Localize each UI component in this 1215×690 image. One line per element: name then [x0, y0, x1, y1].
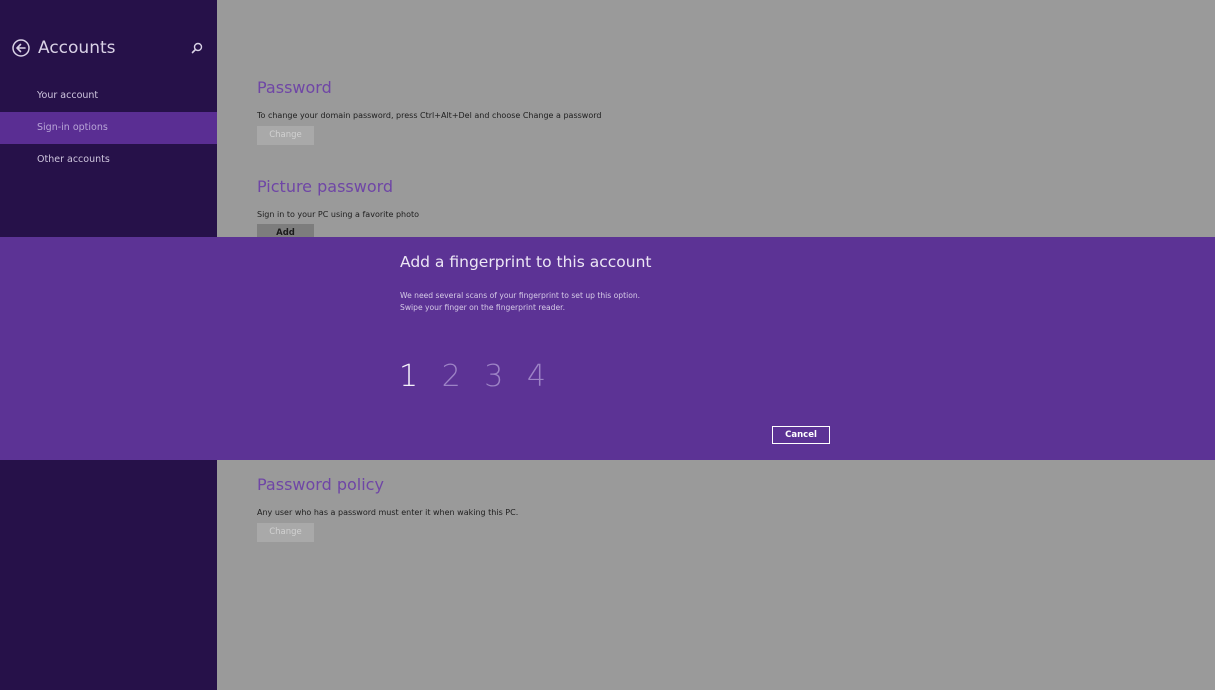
scan-step-4: 4: [526, 359, 549, 394]
search-icon[interactable]: [190, 40, 204, 54]
dialog-title: Add a fingerprint to this account: [400, 253, 652, 271]
password-policy-section-title: Password policy: [257, 475, 384, 494]
password-change-button[interactable]: Change: [257, 126, 314, 145]
sidebar-item-other-accounts[interactable]: Other accounts: [0, 144, 217, 176]
scan-step-1: 1: [399, 359, 421, 394]
sidebar-item-your-account[interactable]: Your account: [0, 80, 217, 112]
sidebar-title: Accounts: [38, 38, 116, 58]
sidebar-header: Accounts: [12, 38, 116, 58]
back-arrow-icon[interactable]: [12, 39, 30, 57]
scan-step-3: 3: [484, 359, 506, 394]
scan-step-2: 2: [441, 359, 463, 394]
cancel-button[interactable]: Cancel: [772, 426, 830, 444]
password-policy-section-description: Any user who has a password must enter i…: [257, 508, 519, 517]
fingerprint-dialog: Add a fingerprint to this account We nee…: [0, 237, 1215, 460]
picture-password-section-title: Picture password: [257, 177, 394, 196]
password-section-description: To change your domain password, press Ct…: [257, 111, 602, 120]
dialog-text-line-2: Swipe your finger on the fingerprint rea…: [400, 303, 565, 312]
scan-progress-steps: 1 2 3 4: [399, 359, 558, 394]
dialog-text-line-1: We need several scans of your fingerprin…: [400, 291, 641, 300]
password-policy-change-button[interactable]: Change: [257, 523, 314, 542]
picture-password-section-description: Sign in to your PC using a favorite phot…: [257, 210, 420, 219]
password-section-title: Password: [257, 78, 332, 97]
sidebar-item-sign-in-options[interactable]: Sign-in options: [0, 112, 217, 144]
